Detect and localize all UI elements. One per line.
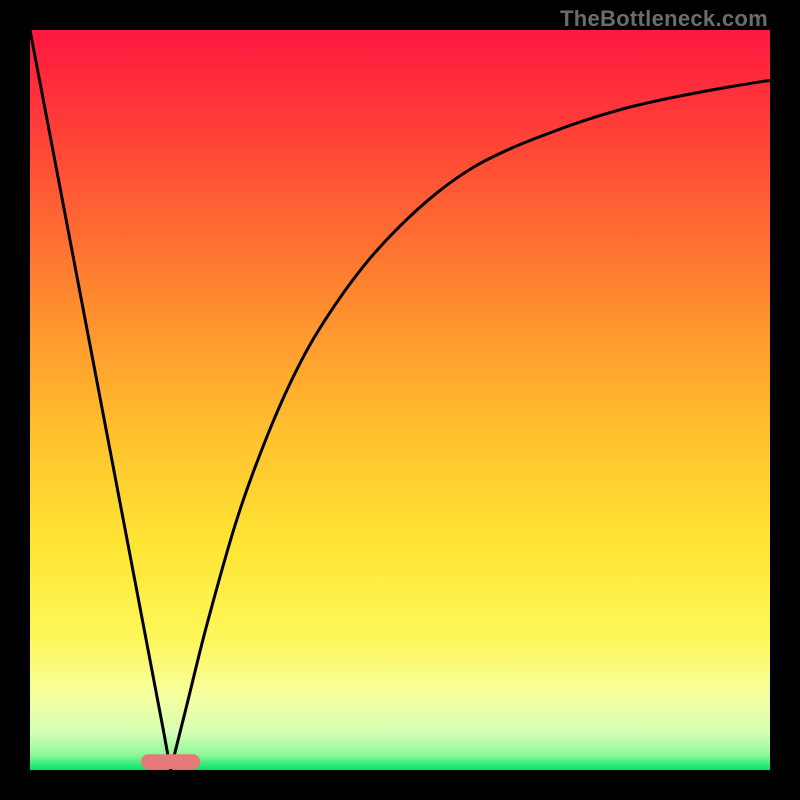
min-marker-pill xyxy=(141,754,200,769)
plot-area xyxy=(30,30,770,770)
min-marker xyxy=(141,754,200,769)
watermark-text: TheBottleneck.com xyxy=(560,6,768,32)
gradient-background xyxy=(30,30,770,770)
chart-svg xyxy=(30,30,770,770)
chart-frame: TheBottleneck.com xyxy=(0,0,800,800)
